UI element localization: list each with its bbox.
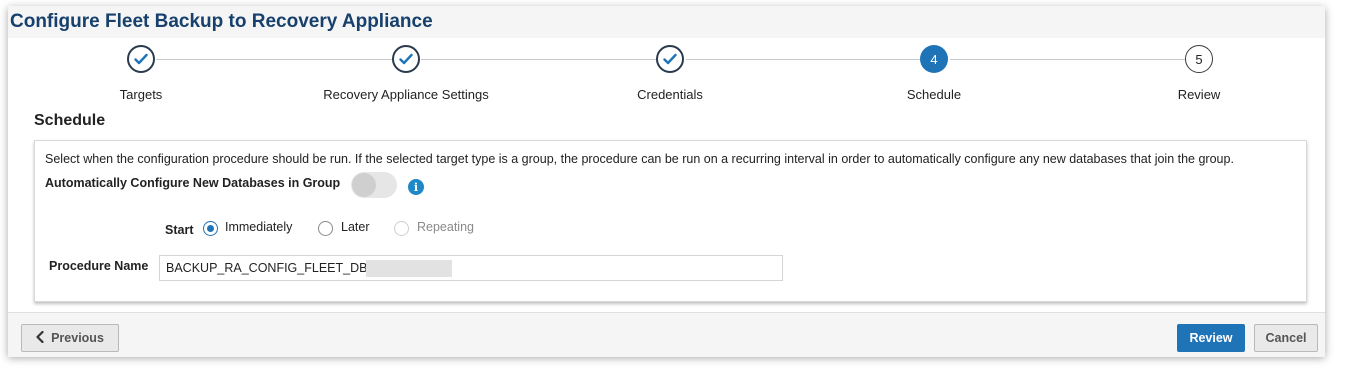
train-label-recovery-appliance-settings[interactable]: Recovery Appliance Settings <box>323 87 488 102</box>
train-step-targets[interactable] <box>127 45 155 73</box>
checkmark-icon <box>663 53 677 65</box>
train-label-credentials[interactable]: Credentials <box>637 87 703 102</box>
start-immediately-label[interactable]: Immediately <box>225 220 292 234</box>
redacted-suffix <box>366 260 452 277</box>
schedule-panel: Select when the configuration procedure … <box>34 140 1307 302</box>
footer-bar: Previous Review Cancel <box>8 312 1325 357</box>
train-step-schedule[interactable]: 4 <box>920 45 948 73</box>
train-connector <box>686 59 921 60</box>
train-label-review[interactable]: Review <box>1178 87 1221 102</box>
auto-configure-toggle[interactable] <box>351 172 397 198</box>
previous-label: Previous <box>51 331 104 345</box>
start-immediately-radio[interactable] <box>203 221 218 236</box>
start-repeating-label: Repeating <box>417 220 474 234</box>
review-button[interactable]: Review <box>1177 324 1245 352</box>
auto-configure-label: Automatically Configure New Databases in… <box>45 176 341 190</box>
chevron-left-icon <box>36 330 44 346</box>
checkmark-icon <box>134 53 148 65</box>
start-label: Start <box>165 223 194 237</box>
start-repeating-radio[interactable] <box>394 221 409 236</box>
title-bar: Configure Fleet Backup to Recovery Appli… <box>8 6 1325 38</box>
train-step-recovery-appliance-settings[interactable] <box>392 45 420 73</box>
train-label-schedule[interactable]: Schedule <box>907 87 961 102</box>
step-number: 5 <box>1195 51 1203 67</box>
checkmark-icon <box>399 53 413 65</box>
schedule-description: Select when the configuration procedure … <box>45 152 1234 166</box>
procedure-name-input[interactable] <box>159 255 783 281</box>
info-icon[interactable]: i <box>408 179 424 195</box>
train-connector <box>421 59 658 60</box>
start-later-radio[interactable] <box>318 221 333 236</box>
train-connector <box>156 59 393 60</box>
train-label-targets[interactable]: Targets <box>120 87 163 102</box>
section-heading: Schedule <box>34 112 106 129</box>
cancel-button[interactable]: Cancel <box>1254 324 1318 352</box>
toggle-knob <box>352 173 376 197</box>
dialog-title: Configure Fleet Backup to Recovery Appli… <box>10 11 433 32</box>
previous-button[interactable]: Previous <box>21 324 119 352</box>
train-step-review[interactable]: 5 <box>1185 45 1213 73</box>
train-connector <box>950 59 1185 60</box>
step-number: 4 <box>930 51 938 67</box>
train-step-credentials[interactable] <box>656 45 684 73</box>
procedure-name-label: Procedure Name <box>49 259 149 273</box>
start-later-label[interactable]: Later <box>341 220 370 234</box>
dialog-window: Configure Fleet Backup to Recovery Appli… <box>8 6 1325 357</box>
